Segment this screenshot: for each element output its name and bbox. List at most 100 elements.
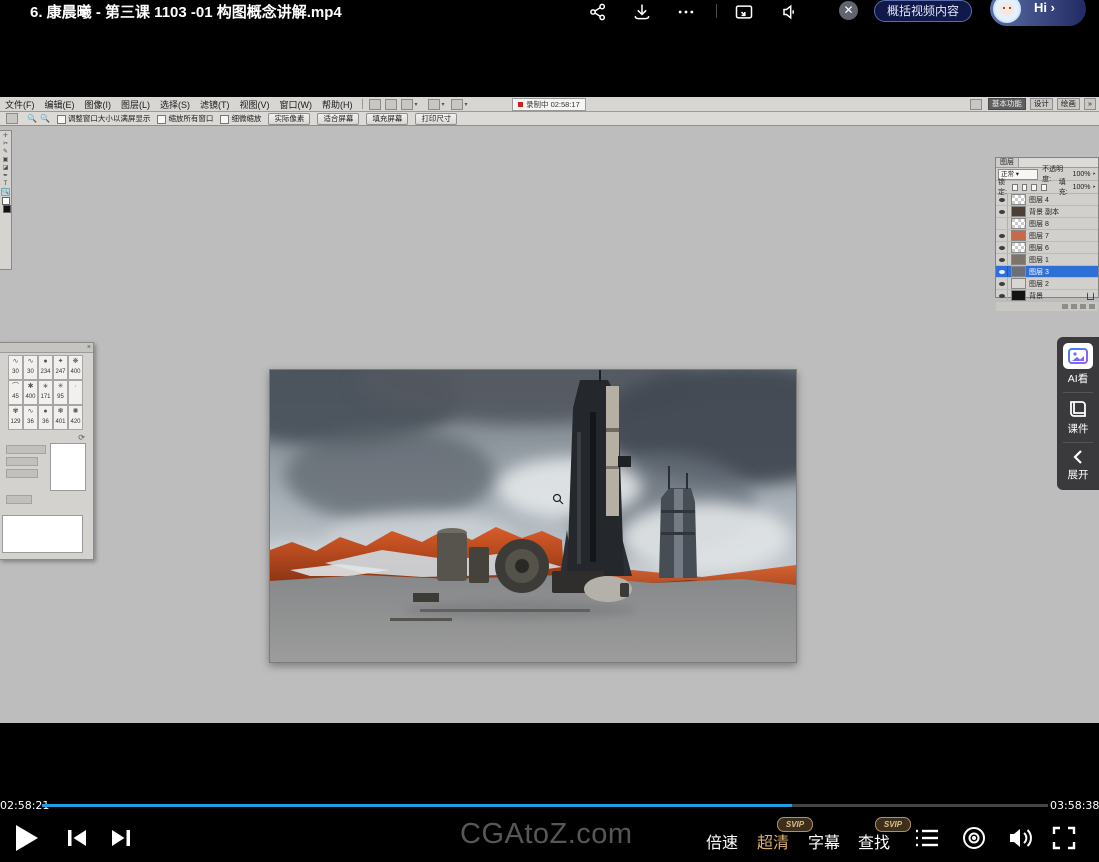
summarize-video-button[interactable]: 概括视频内容	[874, 0, 972, 22]
quality-button[interactable]: 超清	[757, 829, 789, 853]
playback-speed-button[interactable]: 倍速	[706, 829, 738, 853]
stamp-tool-icon: ▣	[3, 157, 9, 163]
brush-preview-strip	[2, 515, 83, 553]
layer-row: 图层 8	[996, 218, 1098, 230]
download-icon[interactable]	[632, 2, 652, 22]
share-icon[interactable]	[588, 2, 608, 22]
previous-button[interactable]	[66, 828, 88, 848]
eraser-tool-icon: ◪	[3, 165, 9, 171]
expand-button[interactable]: 展开	[1057, 449, 1099, 482]
next-button[interactable]	[110, 828, 132, 848]
eye-icon	[996, 194, 1008, 205]
move-tool-icon: ✛	[3, 133, 8, 139]
layer-row: 图层 4	[996, 194, 1098, 206]
ps-workspace-switcher: 基本功能 设计 绘画 »	[968, 98, 1096, 110]
zoom-tool-icon: 🔍	[2, 189, 9, 195]
recording-dot-icon	[518, 102, 523, 107]
ps-option-scrubby-zoom: 细微缩放	[231, 114, 261, 123]
mute-icon[interactable]	[779, 2, 799, 22]
ps-menu-edit: 编辑(E)	[40, 98, 80, 111]
eye-icon	[996, 266, 1008, 277]
video-player-page: { "topbar": { "title": "6. 康晨曦 - 第三课 110…	[0, 0, 1099, 862]
refresh-icon: ⟳	[78, 433, 85, 442]
ps-view-extras-icon	[385, 99, 397, 110]
close-icon[interactable]: ✕	[839, 1, 858, 20]
play-button[interactable]	[14, 824, 40, 852]
ps-menu-image: 图像(I)	[80, 98, 117, 111]
layers-panel-tab: 图层	[996, 158, 1019, 167]
picture-in-picture-icon[interactable]	[734, 2, 754, 22]
layer-row: 图层 2	[996, 278, 1098, 290]
fullscreen-icon[interactable]	[1052, 826, 1076, 850]
more-icon[interactable]	[676, 2, 696, 22]
layer-row: 背景 副本	[996, 206, 1098, 218]
ps-workspace-icon	[970, 99, 982, 110]
eye-icon	[996, 278, 1008, 289]
eye-icon	[996, 206, 1008, 217]
chevron-left-icon	[1071, 449, 1085, 465]
side-tools-panel: AI看 课件 展开	[1057, 337, 1099, 490]
ai-view-button[interactable]: AI看	[1057, 343, 1099, 386]
user-account-button[interactable]: Hi ›	[990, 0, 1086, 26]
layer-row: 图层 6	[996, 242, 1098, 254]
ps-toolbox: ✛ ✂ ✎ ▣ ◪ ✒ T 🔍	[0, 130, 12, 270]
ps-menu-view: 视图(V)	[235, 98, 275, 111]
playlist-icon[interactable]	[914, 826, 940, 850]
concept-art-image	[270, 370, 796, 662]
ps-workspace-design: 设计	[1030, 98, 1053, 110]
lasso-tool-icon: ✂	[3, 141, 8, 147]
find-button[interactable]: 查找	[858, 829, 890, 853]
layers-panel-footer	[996, 302, 1098, 311]
video-frame[interactable]: 文件(F) 编辑(E) 图像(I) 图层(L) 选择(S) 滤镜(T) 视图(V…	[0, 97, 1099, 723]
volume-icon[interactable]	[1007, 825, 1035, 851]
ai-image-icon	[1068, 348, 1088, 364]
greeting-label: Hi	[1034, 0, 1047, 15]
eye-icon-hidden	[996, 218, 1008, 229]
ps-screen-mode-icon	[451, 99, 463, 110]
audio-mode-icon[interactable]	[962, 826, 986, 850]
avatar	[993, 0, 1021, 23]
eye-icon	[996, 290, 1008, 301]
ps-menu-bar: 文件(F) 编辑(E) 图像(I) 图层(L) 选择(S) 滤镜(T) 视图(V…	[0, 97, 1099, 112]
ps-workspace-painting: 绘画	[1057, 98, 1080, 110]
fill-label: 填充:	[1059, 177, 1071, 197]
ps-layers-panel: 图层 正常 ▾ 不透明度: 100%‣ 锁定: 填充: 100%‣ 图层 4 背…	[995, 157, 1099, 298]
ps-button-actual-pixels: 实际像素	[268, 113, 310, 125]
recording-indicator: 录制中 02:58:17	[512, 98, 586, 111]
ps-menu-window: 窗口(W)	[275, 98, 318, 111]
book-icon	[1067, 399, 1089, 419]
svip-badge: SVIP	[777, 817, 813, 832]
eye-icon	[996, 254, 1008, 265]
ps-menu-select: 选择(S)	[155, 98, 195, 111]
video-title: 6. 康晨曦 - 第三课 1103 -01 构图概念讲解.mp4	[30, 1, 342, 22]
brush-stroke-preview	[50, 443, 86, 491]
progress-bar-played[interactable]	[42, 804, 792, 807]
ps-menu-file: 文件(F)	[0, 98, 40, 111]
brush-tool-icon: ✎	[3, 149, 8, 155]
ps-menu-layer: 图层(L)	[116, 98, 155, 111]
ps-options-bar: 🔍 🔍 调整窗口大小以满屏显示 缩放所有窗口 细微缩放 实际像素 适合屏幕 填充…	[0, 112, 1099, 126]
topbar-divider	[716, 4, 717, 18]
type-tool-icon: T	[4, 181, 8, 187]
eye-icon	[996, 242, 1008, 253]
ps-arrange-documents-icon	[428, 99, 440, 110]
total-duration: 03:58:38	[1050, 799, 1099, 812]
zoom-in-tool-icon: 🔍	[27, 114, 37, 123]
watermark: CGAtoZ.com	[460, 818, 633, 851]
foreground-color-swatch	[2, 197, 10, 205]
ps-brush-panel-close-icon: ×	[0, 343, 93, 353]
courseware-button[interactable]: 课件	[1057, 399, 1099, 436]
progress-bar-remaining[interactable]	[792, 804, 1048, 807]
layer-row: 图层 1	[996, 254, 1098, 266]
ps-workspace-more: »	[1084, 98, 1096, 110]
ps-brush-panel: × ∿30 ∿30 ●234 ✦247 ❋400 ⌒45 ✱400 ∗171 ✳…	[0, 342, 94, 560]
ps-button-fill-screen: 填充屏幕	[366, 113, 408, 125]
subtitles-button[interactable]: 字幕	[808, 829, 840, 853]
opacity-value: 100%	[1073, 171, 1091, 178]
ps-menu-help: 帮助(H)	[317, 98, 358, 111]
pen-tool-icon: ✒	[3, 173, 8, 179]
background-color-swatch	[3, 205, 11, 213]
fill-value: 100%	[1073, 184, 1091, 191]
eye-icon	[996, 230, 1008, 241]
chevron-right-icon: ›	[1051, 0, 1055, 15]
